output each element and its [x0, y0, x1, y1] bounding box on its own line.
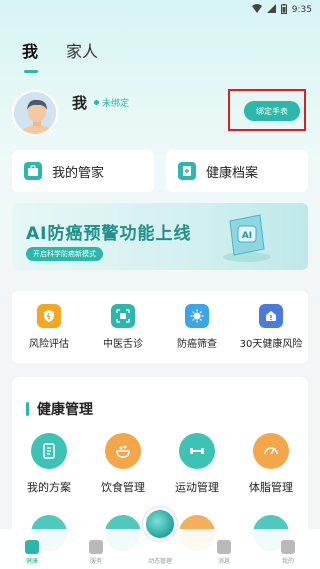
health-management-label: 健康管理	[37, 402, 93, 418]
feature-30day-health-risk[interactable]: 30天健康风险	[236, 304, 306, 350]
center-action-button[interactable]	[143, 507, 177, 541]
nav-message[interactable]: 消息	[199, 540, 249, 565]
feature-label: 30天健康风险	[239, 339, 303, 350]
status-time: 9:35	[291, 5, 312, 15]
hm-my-plan[interactable]: 我的方案	[15, 433, 83, 495]
hm-label: 我的方案	[27, 481, 71, 494]
hm-label: 饮食管理	[101, 481, 145, 494]
nav-service[interactable]: 服务	[71, 540, 121, 565]
banner-subtitle: 开启科学防癌新模式	[26, 247, 103, 261]
hm-exercise[interactable]: 运动管理	[163, 433, 231, 495]
ai-cancer-banner[interactable]: AI防癌预警功能上线 开启科学防癌新模式 AI	[12, 203, 308, 270]
signal-icon	[266, 4, 276, 16]
tab-me[interactable]: 我	[22, 38, 39, 73]
health-management-title: 健康管理	[26, 399, 93, 419]
profile-section: 我 未绑定 绑定手表	[12, 89, 308, 140]
feature-row: 风险评估 中医舌诊 防癌筛查 30天健康风险	[12, 291, 308, 363]
feature-cancer-screening[interactable]: 防癌筛查	[162, 304, 232, 350]
my-butler-card[interactable]: 我的管家	[12, 150, 154, 192]
feature-label: 中医舌诊	[103, 339, 143, 350]
banner-title: AI防癌预警功能上线	[26, 224, 192, 244]
tab-family[interactable]: 家人	[66, 38, 98, 62]
butler-icon	[24, 162, 42, 180]
feature-label: 风险评估	[29, 339, 69, 350]
cancer-screening-icon	[185, 304, 209, 328]
profile-name: 我	[72, 94, 88, 112]
feature-label: 防癌筛查	[177, 339, 217, 350]
hm-label: 运动管理	[175, 481, 219, 494]
service-icon	[89, 540, 103, 554]
bind-status-label: 未绑定	[102, 99, 130, 109]
profile-icon	[281, 540, 295, 554]
health-risk-icon	[259, 304, 283, 328]
avatar[interactable]	[12, 90, 58, 136]
nav-label: 我的	[281, 558, 294, 565]
plan-icon	[31, 433, 67, 469]
nav-label: 消息	[217, 558, 230, 565]
top-tabs: 我 家人	[22, 38, 98, 73]
health-record-card[interactable]: 健康档案	[166, 150, 308, 192]
quick-cards: 我的管家 健康档案	[12, 150, 308, 192]
nav-dynamic[interactable]: 动态管理	[135, 540, 185, 565]
dumbbell-icon	[179, 433, 215, 469]
message-icon	[217, 540, 231, 554]
health-management-grid: 我的方案 饮食管理 运动管理 体脂管理	[12, 433, 308, 495]
nav-profile[interactable]: 我的	[263, 540, 313, 565]
tongue-diagnosis-icon	[111, 304, 135, 328]
status-dot-icon	[94, 100, 99, 105]
diet-icon	[105, 433, 141, 469]
gauge-icon	[253, 433, 289, 469]
bottom-nav: 健康 服务 动态管理 消息 我的	[0, 507, 320, 569]
nav-label: 服务	[89, 558, 102, 565]
battery-icon	[280, 3, 287, 17]
bind-status: 未绑定	[94, 96, 129, 109]
nav-label: 健康	[25, 558, 38, 565]
nav-label: 动态管理	[147, 558, 172, 565]
nav-health[interactable]: 健康	[7, 540, 57, 565]
heart-icon	[25, 540, 39, 554]
feature-risk-assessment[interactable]: 风险评估	[14, 304, 84, 350]
risk-assessment-icon	[37, 304, 61, 328]
health-record-icon	[178, 162, 196, 180]
bind-button-highlight: 绑定手表	[228, 89, 306, 131]
my-butler-label: 我的管家	[52, 165, 105, 181]
bind-watch-button[interactable]: 绑定手表	[244, 101, 300, 121]
hm-body-fat[interactable]: 体脂管理	[237, 433, 305, 495]
title-accent-bar	[26, 402, 29, 416]
status-bar: 9:35	[0, 0, 320, 20]
banner-art-text: AI	[242, 231, 252, 241]
health-record-label: 健康档案	[206, 165, 259, 181]
dynamic-icon	[153, 540, 167, 554]
wifi-icon	[251, 4, 262, 16]
ai-chip-illustration: AI	[223, 214, 271, 262]
feature-tongue-diagnosis[interactable]: 中医舌诊	[88, 304, 158, 350]
hm-diet[interactable]: 饮食管理	[89, 433, 157, 495]
hm-label: 体脂管理	[249, 481, 293, 494]
